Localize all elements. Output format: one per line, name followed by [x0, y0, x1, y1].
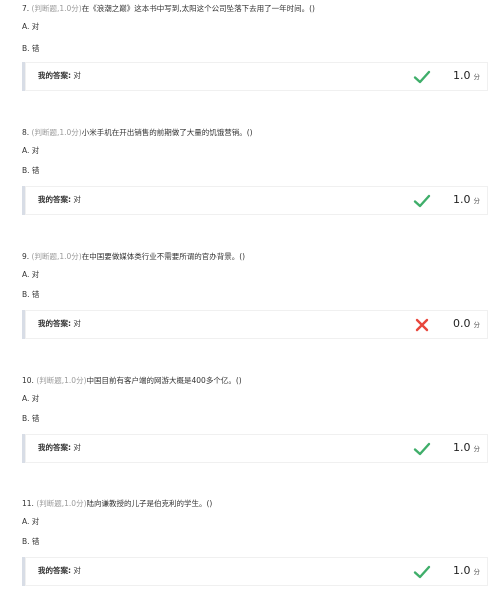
answer-label: 我的答案: [38, 566, 71, 575]
answer-label: 我的答案: [38, 443, 71, 452]
question-type: (判断题,1.0分) [31, 128, 82, 137]
question-title: 8. (判断题,1.0分)小米手机在开出销售的前期做了大量的饥饿营销。() [22, 128, 253, 138]
answer-label: 我的答案: [38, 319, 71, 328]
score-unit: 分 [473, 568, 481, 576]
answer-value: 对 [73, 443, 81, 452]
answer-box: 我的答案: 对 1.0 分 [22, 186, 488, 215]
check-icon [413, 442, 431, 456]
question-number: 11. [22, 499, 34, 508]
question-type: (判断题,1.0分) [36, 376, 87, 385]
option-a: A. 对 [22, 146, 40, 155]
score-value: 1.0 [453, 441, 471, 454]
score-unit: 分 [473, 73, 481, 81]
answer-label: 我的答案: [38, 71, 71, 80]
option-a: A. 对 [22, 517, 40, 526]
question-title: 10. (判断题,1.0分)中国目前有客户端的网游大概是400多个亿。() [22, 376, 242, 386]
question-text: 在中国要做媒体类行业不需要所谓的官办背景。() [81, 252, 246, 261]
question-number: 9. [22, 252, 30, 261]
question-title: 9. (判断题,1.0分)在中国要做媒体类行业不需要所谓的官办背景。() [22, 252, 245, 262]
score-unit: 分 [473, 197, 481, 205]
score: 0.0 分 [453, 317, 480, 332]
score-value: 1.0 [453, 564, 471, 577]
answer-value: 对 [73, 566, 81, 575]
question-text: 在《浪潮之巅》这本书中写到,太阳这个公司坠落下去用了一年时间。() [81, 4, 315, 13]
question-number: 7. [22, 4, 30, 13]
cross-icon [415, 318, 429, 332]
check-icon [413, 194, 431, 208]
question-number: 8. [22, 128, 30, 137]
check-icon [413, 565, 431, 579]
answer-value: 对 [73, 195, 81, 204]
score-unit: 分 [473, 321, 481, 329]
question-text: 小米手机在开出销售的前期做了大量的饥饿营销。() [81, 128, 253, 137]
question-number: 10. [22, 376, 34, 385]
score-value: 0.0 [453, 317, 471, 330]
answer-box: 我的答案: 对 1.0 分 [22, 557, 488, 586]
answer-value: 对 [73, 71, 81, 80]
option-a: A. 对 [22, 394, 40, 403]
option-a: A. 对 [22, 270, 40, 279]
score: 1.0 分 [453, 193, 480, 208]
score: 1.0 分 [453, 69, 480, 84]
question-text: 陆向谦教授的儿子是伯克利的学生。() [86, 499, 213, 508]
answer-label: 我的答案: [38, 195, 71, 204]
question-title: 11. (判断题,1.0分)陆向谦教授的儿子是伯克利的学生。() [22, 499, 212, 509]
question-type: (判断题,1.0分) [31, 4, 82, 13]
option-b: B. 错 [22, 166, 40, 175]
score: 1.0 分 [453, 441, 480, 456]
answer-box: 我的答案: 对 1.0 分 [22, 62, 488, 91]
option-b: B. 错 [22, 414, 40, 423]
answer-box: 我的答案: 对 1.0 分 [22, 434, 488, 463]
score-value: 1.0 [453, 193, 471, 206]
score: 1.0 分 [453, 564, 480, 579]
option-a: A. 对 [22, 22, 40, 31]
answer-box: 我的答案: 对 0.0 分 [22, 310, 488, 339]
score-unit: 分 [473, 445, 481, 453]
question-type: (判断题,1.0分) [31, 252, 82, 261]
check-icon [413, 70, 431, 84]
question-text: 中国目前有客户端的网游大概是400多个亿。() [86, 376, 242, 385]
question-type: (判断题,1.0分) [36, 499, 87, 508]
option-b: B. 错 [22, 44, 40, 53]
option-b: B. 错 [22, 290, 40, 299]
answer-value: 对 [73, 319, 81, 328]
score-value: 1.0 [453, 69, 471, 82]
question-title: 7. (判断题,1.0分)在《浪潮之巅》这本书中写到,太阳这个公司坠落下去用了一… [22, 4, 315, 14]
option-b: B. 错 [22, 537, 40, 546]
